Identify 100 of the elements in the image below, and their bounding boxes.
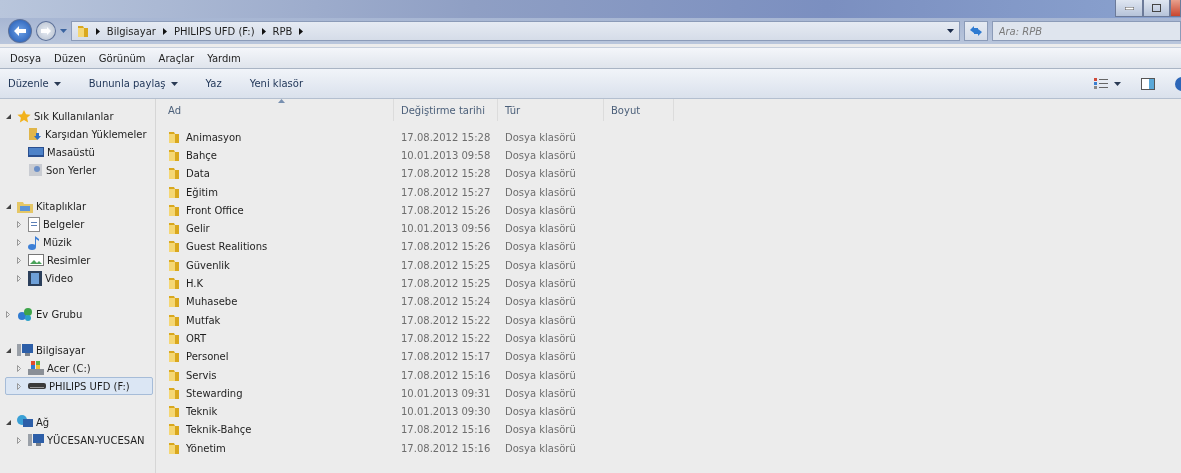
history-dropdown-icon[interactable] [59,29,67,33]
folder-row[interactable]: Animasyon 17.08.2012 15:28 Dosya klasörü [161,128,1181,147]
folder-row[interactable]: Guest Realitions 17.08.2012 15:26 Dosya klasörü [161,237,1181,257]
address-bar[interactable]: Bilgisayar PHILIPS UFD (F:) RPB [70,21,960,41]
dropdown-caret-icon[interactable] [1114,81,1121,86]
navigation-item[interactable]: Masaüstü [5,143,153,161]
folder-name: Guest Realitions [186,241,268,253]
folder-row[interactable]: Teknik-Bahçe 17.08.2012 15:16 Dosya klasörü [161,420,1181,440]
folder-row[interactable]: Eğitim 17.08.2012 15:27 Dosya klasörü [161,182,1181,202]
expanded-arrow-icon[interactable] [6,203,11,209]
table-cell: 17.08.2012 15:25 [401,259,491,271]
folder-row[interactable]: Gelir 10.01.2013 09:56 Dosya klasörü [161,219,1181,238]
folder-icon [76,24,89,38]
folder-icon [168,441,180,455]
breadcrumb-arrow-icon[interactable] [162,27,167,35]
command-button[interactable]: Yeni klasör [249,76,303,91]
folder-name: Teknik-Bahçe [186,424,252,436]
refresh-button[interactable] [963,21,988,41]
table-cell: 17.08.2012 15:16 [401,442,491,454]
folder-row[interactable]: Teknik 10.01.2013 09:30 Dosya klasörü [161,402,1181,421]
navigation-item[interactable]: Belgeler [5,215,153,233]
navigation-item[interactable]: Video [5,269,153,287]
folder-row[interactable]: Stewarding 10.01.2013 09:31 Dosya klasörü [161,384,1181,403]
folder-icon [168,277,180,290]
navigation-item[interactable]: Resimler [5,251,153,269]
help-icon[interactable] [1175,76,1181,91]
folder-icon [168,185,180,199]
folder-row[interactable]: Data 17.08.2012 15:28 Dosya klasörü [161,164,1181,183]
navigation-item[interactable]: Ev Grubu [5,305,153,323]
command-button[interactable]: Yaz [205,76,222,91]
folder-row[interactable]: Güvenlik 17.08.2012 15:25 Dosya klasörü [161,256,1181,275]
breadcrumb[interactable]: Bilgisayar [106,25,156,37]
column-header[interactable]: Boyut [604,99,674,121]
table-cell: Dosya klasörü [505,424,576,436]
breadcrumb[interactable]: PHILIPS UFD (F:) [173,25,255,37]
table-cell: 17.08.2012 15:22 [401,332,491,344]
navigation-item[interactable]: Ağ [5,413,153,431]
folder-row[interactable]: Yönetim 17.08.2012 15:16 Dosya klasörü [161,439,1181,458]
menu-item[interactable]: Araçlar [152,52,201,64]
expanded-arrow-icon[interactable] [6,347,11,353]
menu-item[interactable]: Görünüm [92,52,152,64]
table-cell: Dosya klasörü [505,314,576,326]
column-header[interactable]: Değiştirme tarihi [394,99,498,121]
table-cell: Dosya klasörü [505,223,576,235]
document-icon [28,216,40,232]
view-options-icon[interactable] [1094,78,1108,89]
column-header[interactable]: Ad [161,99,394,121]
navigation-item[interactable]: Bilgisayar [5,341,153,359]
minimize-button[interactable] [1115,0,1143,17]
folder-row[interactable]: Muhasebe 17.08.2012 15:24 Dosya klasörü [161,292,1181,311]
expanded-arrow-icon[interactable] [6,419,11,425]
navigation-item[interactable]: Karşıdan Yüklemeler [5,125,153,143]
restore-button[interactable] [1143,0,1170,17]
table-cell: 17.08.2012 15:27 [401,186,491,198]
command-button[interactable]: Düzenle [8,76,61,91]
navigation-item[interactable]: Acer (C:) [5,359,153,377]
navigation-item[interactable]: Sık Kullanılanlar [5,107,153,125]
menu-item[interactable]: Düzen [48,52,92,64]
navigation-item[interactable]: Müzik [5,233,153,251]
network-icon [17,415,33,429]
folder-icon [168,203,180,217]
folder-icon [168,313,180,327]
search-field[interactable]: Ara: RPB [991,21,1181,41]
homegroup-icon [17,307,33,321]
recent-places-icon [28,163,43,177]
navigation-item[interactable]: Kitaplıklar [5,197,153,215]
dropdown-caret-icon[interactable] [946,29,954,33]
folder-row[interactable]: ORT 17.08.2012 15:22 Dosya klasörü [161,329,1181,348]
forward-button[interactable] [35,21,56,41]
folder-name: Teknik [186,406,218,418]
folder-row[interactable]: Mutfak 17.08.2012 15:22 Dosya klasörü [161,310,1181,330]
column-header[interactable]: Tür [498,99,604,121]
navigation-item[interactable]: Son Yerler [5,161,153,179]
breadcrumb-arrow-icon[interactable] [299,27,304,35]
folder-row[interactable]: H.K 17.08.2012 15:25 Dosya klasörü [161,274,1181,293]
refresh-icon [968,25,983,37]
breadcrumb[interactable]: RPB [272,25,293,37]
menu-item[interactable]: Dosya [4,52,48,64]
folder-row[interactable]: Personel 17.08.2012 15:17 Dosya klasörü [161,347,1181,366]
table-cell: Dosya klasörü [505,186,576,198]
navigation-item[interactable]: YÜCESAN-YUCESAN [5,431,153,449]
breadcrumb-arrow-icon[interactable] [95,27,100,35]
folder-icon [168,331,180,345]
system-drive-icon [28,361,44,375]
command-button[interactable]: Bununla paylaş [88,76,178,91]
folder-name: Front Office [186,204,244,216]
folder-row[interactable]: Front Office 17.08.2012 15:26 Dosya klasörü [161,201,1181,220]
breadcrumb-arrow-icon[interactable] [261,27,266,35]
back-button[interactable] [8,19,32,43]
table-cell: Dosya klasörü [505,369,576,381]
navigation-item[interactable]: PHILIPS UFD (F:) [5,377,153,395]
folder-row[interactable]: Servis 17.08.2012 15:16 Dosya klasörü [161,365,1181,385]
expanded-arrow-icon[interactable] [6,113,11,119]
folder-row[interactable]: Bahçe 10.01.2013 09:58 Dosya klasörü [161,146,1181,165]
minimize-icon [1124,6,1134,10]
preview-pane-icon[interactable] [1141,77,1155,90]
table-cell: Dosya klasörü [505,131,576,143]
menu-item[interactable]: Yardım [201,52,247,64]
computer-icon [28,433,44,447]
folder-icon [168,423,180,437]
